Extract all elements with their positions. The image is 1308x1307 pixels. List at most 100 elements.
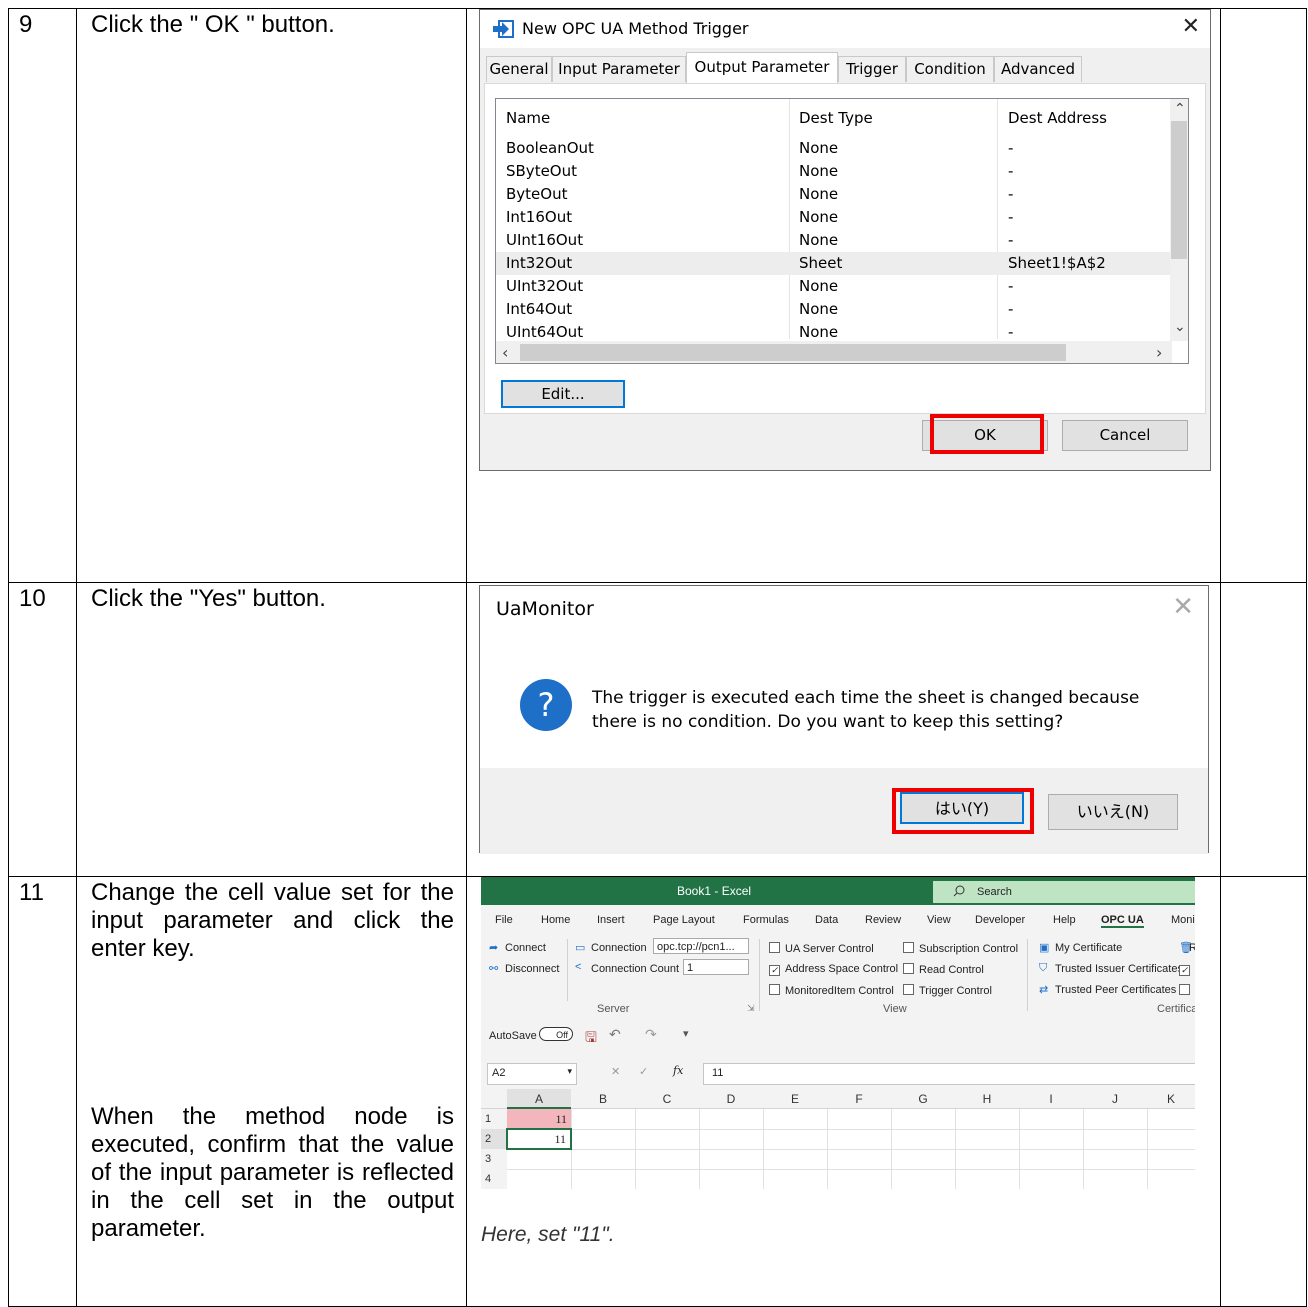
- ribbon-truncated-checkbox[interactable]: A: [1179, 984, 1195, 997]
- chevron-up-icon[interactable]: ⌃: [1174, 101, 1186, 117]
- column-header[interactable]: A: [507, 1089, 571, 1109]
- ua-server-control-checkbox[interactable]: UA Server Control: [769, 942, 874, 955]
- dialog-launcher-icon[interactable]: ⇲: [747, 1003, 755, 1014]
- tab-help[interactable]: Help: [1053, 914, 1076, 926]
- screenshot-cell: UaMonitor ✕ ? The trigger is executed ea…: [466, 582, 1221, 877]
- monitoreditem-control-checkbox[interactable]: MonitoredItem Control: [769, 984, 894, 997]
- function-icon[interactable]: fx: [673, 1064, 683, 1077]
- row-header[interactable]: 1: [481, 1109, 507, 1129]
- close-icon[interactable]: ✕: [1172, 592, 1194, 622]
- horizontal-scrollbar[interactable]: ‹ ›: [496, 341, 1172, 363]
- column-header[interactable]: C: [635, 1089, 699, 1109]
- name-box-value: A2: [492, 1067, 506, 1079]
- list-row-selected[interactable]: Int32Out Sheet Sheet1!$A$2: [496, 252, 1172, 275]
- cell-a1[interactable]: 11: [507, 1109, 571, 1129]
- parameter-list[interactable]: Name Dest Type Dest Address BooleanOut No…: [495, 98, 1189, 364]
- subscription-control-label: Subscription Control: [919, 943, 1019, 955]
- redo-icon[interactable]: ↷: [645, 1026, 657, 1043]
- list-row[interactable]: ByteOut None -: [496, 183, 1172, 206]
- my-certificate-button[interactable]: My Certificate: [1055, 942, 1122, 954]
- row-type: None: [799, 231, 839, 249]
- tab-general[interactable]: General: [486, 56, 552, 82]
- trigger-control-label: Trigger Control: [919, 985, 992, 997]
- vertical-scrollbar[interactable]: ⌃ ⌄: [1170, 99, 1188, 341]
- tab-formulas[interactable]: Formulas: [743, 914, 789, 926]
- save-icon[interactable]: 🖫: [585, 1027, 597, 1051]
- cancel-icon[interactable]: ✕: [611, 1065, 620, 1078]
- connection-select[interactable]: opc.tcp://pcn1...: [653, 938, 749, 954]
- address-space-control-checkbox[interactable]: ✓ Address Space Control: [769, 963, 898, 976]
- trigger-control-checkbox[interactable]: Trigger Control: [903, 984, 992, 997]
- tab-data[interactable]: Data: [815, 914, 838, 926]
- connection-count-field[interactable]: 1: [683, 959, 749, 975]
- column-header-dest-type[interactable]: Dest Type: [799, 109, 873, 127]
- row-type: Sheet: [799, 254, 843, 272]
- scroll-thumb[interactable]: [520, 344, 1066, 361]
- column-header[interactable]: H: [955, 1089, 1019, 1109]
- cell-a2-selected[interactable]: 11: [506, 1128, 572, 1150]
- tab-view[interactable]: View: [927, 914, 951, 926]
- row-header[interactable]: 4: [481, 1169, 507, 1189]
- tab-monitor[interactable]: Monito: [1171, 914, 1195, 926]
- undo-icon[interactable]: ↶: [609, 1026, 621, 1043]
- customize-icon[interactable]: ▾: [683, 1027, 689, 1040]
- row-header[interactable]: 3: [481, 1149, 507, 1169]
- connect-button[interactable]: Connect: [505, 942, 546, 954]
- check-icon[interactable]: ✓: [639, 1065, 648, 1078]
- scroll-thumb[interactable]: [1171, 121, 1187, 259]
- row-address: -: [1008, 208, 1014, 226]
- tab-home[interactable]: Home: [541, 914, 570, 926]
- ribbon-truncated-checkbox[interactable]: ✓R: [1179, 963, 1195, 976]
- list-row[interactable]: Int16Out None -: [496, 206, 1172, 229]
- chevron-right-icon[interactable]: ›: [1156, 343, 1162, 362]
- list-row[interactable]: BooleanOut None -: [496, 137, 1172, 160]
- subscription-control-checkbox[interactable]: Subscription Control: [903, 942, 1018, 955]
- chevron-down-icon[interactable]: ⌄: [1174, 319, 1186, 335]
- ribbon-truncated-item[interactable]: R: [1189, 942, 1195, 954]
- tab-file[interactable]: File: [495, 914, 513, 926]
- column-header[interactable]: G: [891, 1089, 955, 1109]
- column-header[interactable]: B: [571, 1089, 635, 1109]
- tab-page-layout[interactable]: Page Layout: [653, 914, 715, 926]
- column-header[interactable]: E: [763, 1089, 827, 1109]
- name-box[interactable]: A2 ▾: [487, 1063, 577, 1085]
- list-row[interactable]: UInt32Out None -: [496, 275, 1172, 298]
- tab-input-parameter[interactable]: Input Parameter: [552, 56, 686, 82]
- chevron-down-icon[interactable]: ▾: [567, 1066, 572, 1077]
- formula-input[interactable]: 11: [703, 1063, 1195, 1085]
- autosave-label: AutoSave: [489, 1030, 537, 1042]
- no-button[interactable]: いいえ(N): [1048, 794, 1178, 830]
- column-header[interactable]: I: [1019, 1089, 1083, 1109]
- select-all-corner[interactable]: [481, 1089, 507, 1109]
- list-row[interactable]: SByteOut None -: [496, 160, 1172, 183]
- column-header-dest-address[interactable]: Dest Address: [1008, 109, 1107, 127]
- close-icon[interactable]: ✕: [1182, 14, 1200, 39]
- cancel-button[interactable]: Cancel: [1062, 420, 1188, 451]
- tab-opc-ua[interactable]: OPC UA: [1101, 914, 1144, 928]
- trusted-peer-button[interactable]: Trusted Peer Certificates: [1055, 984, 1176, 996]
- tab-condition[interactable]: Condition: [906, 56, 994, 82]
- list-row[interactable]: Int64Out None -: [496, 298, 1172, 321]
- list-row[interactable]: UInt16Out None -: [496, 229, 1172, 252]
- tab-developer[interactable]: Developer: [975, 914, 1025, 926]
- tab-trigger[interactable]: Trigger: [838, 56, 906, 82]
- tab-output-parameter[interactable]: Output Parameter: [686, 52, 838, 84]
- column-header[interactable]: D: [699, 1089, 763, 1109]
- step-instruction-change: Change the cell value set for the input …: [91, 879, 454, 962]
- read-control-checkbox[interactable]: Read Control: [903, 963, 984, 976]
- row-header[interactable]: 2: [481, 1129, 507, 1149]
- tab-review[interactable]: Review: [865, 914, 901, 926]
- search-box[interactable]: Search: [933, 881, 1195, 903]
- column-header-name[interactable]: Name: [506, 109, 550, 127]
- disconnect-button[interactable]: Disconnect: [505, 963, 559, 975]
- trusted-issuer-button[interactable]: Trusted Issuer Certificates: [1055, 963, 1183, 975]
- chevron-left-icon[interactable]: ‹: [502, 343, 508, 362]
- edit-button[interactable]: Edit...: [501, 380, 625, 408]
- column-header[interactable]: F: [827, 1089, 891, 1109]
- column-header[interactable]: J: [1083, 1089, 1147, 1109]
- autosave-state: Off: [556, 1030, 568, 1040]
- column-header[interactable]: K: [1147, 1089, 1195, 1109]
- tab-advanced[interactable]: Advanced: [994, 56, 1082, 82]
- tab-insert[interactable]: Insert: [597, 914, 625, 926]
- autosave-toggle[interactable]: Off: [539, 1027, 573, 1041]
